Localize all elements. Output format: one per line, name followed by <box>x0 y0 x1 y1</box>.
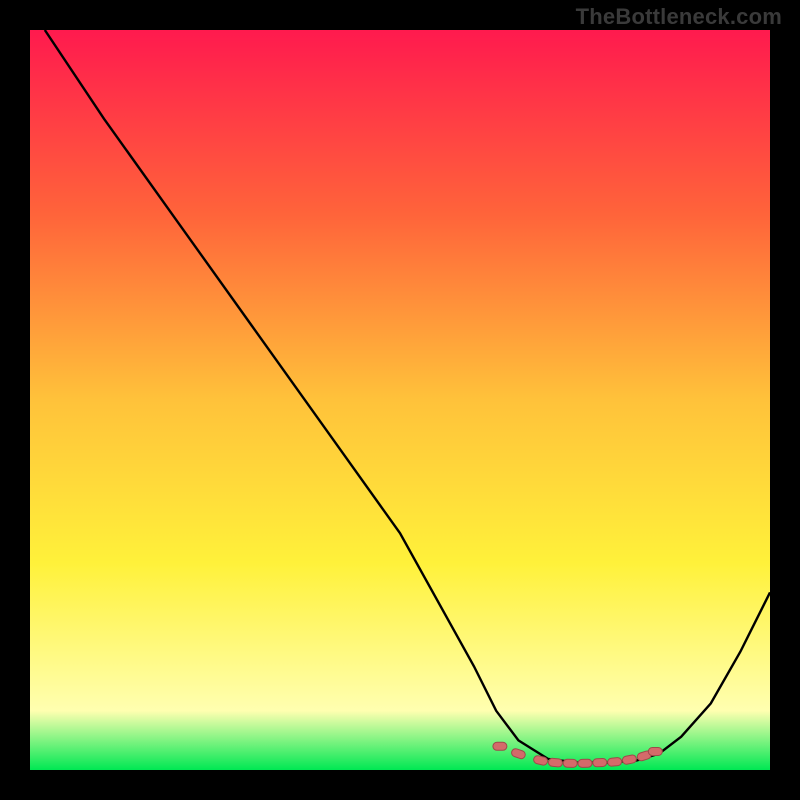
chart-frame: TheBottleneck.com <box>0 0 800 800</box>
gradient-background <box>30 30 770 770</box>
plot-area <box>30 30 770 770</box>
highlight-marker <box>593 758 607 767</box>
watermark-text: TheBottleneck.com <box>576 4 782 30</box>
highlight-marker <box>548 758 563 767</box>
highlight-marker <box>648 748 662 756</box>
chart-svg <box>30 30 770 770</box>
highlight-marker <box>578 759 592 767</box>
highlight-marker <box>563 759 577 767</box>
highlight-marker <box>607 757 622 766</box>
highlight-marker <box>493 742 507 750</box>
